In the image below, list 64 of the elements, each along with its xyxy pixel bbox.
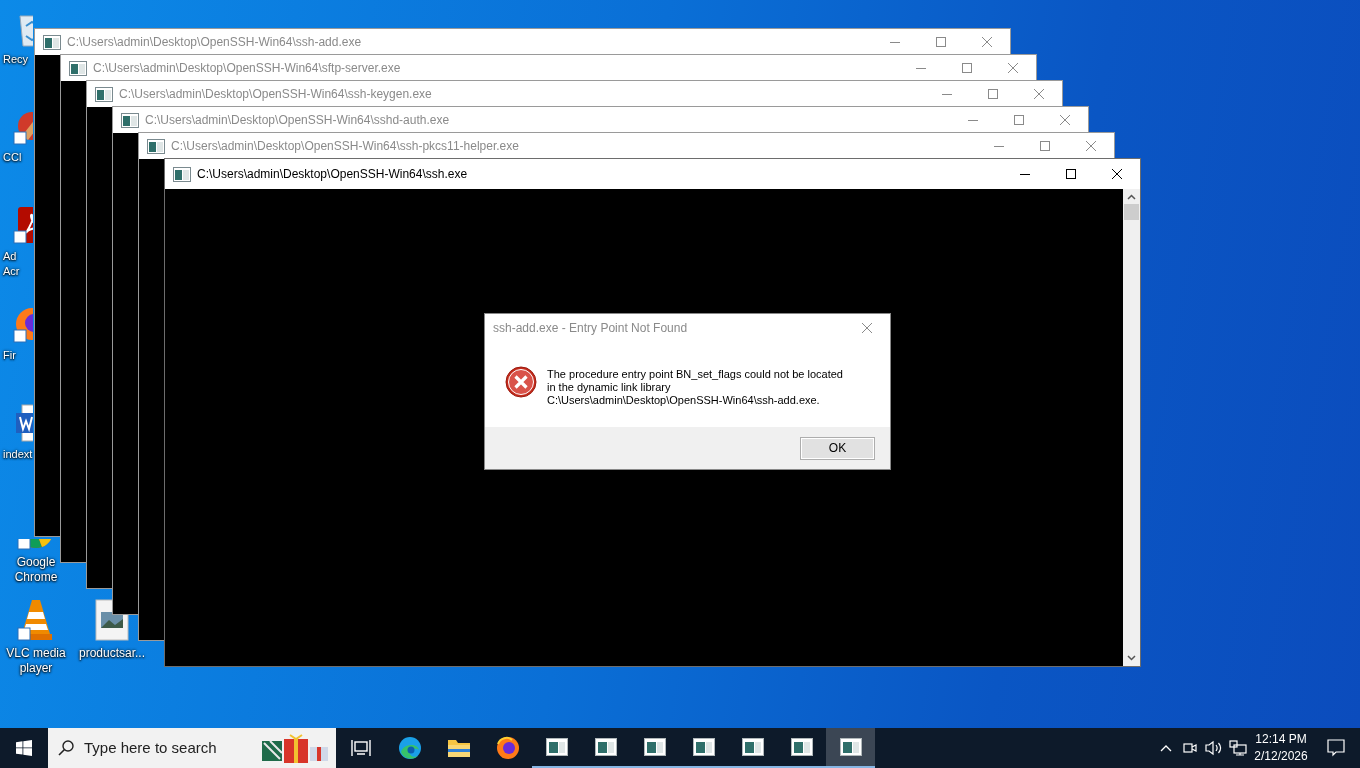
search-placeholder: Type here to search — [84, 737, 217, 758]
window-title: C:\Users\admin\Desktop\OpenSSH-Win64\sftp-server.exe — [93, 60, 401, 77]
close-icon — [1112, 169, 1122, 179]
console-icon — [545, 738, 568, 756]
window-title: C:\Users\admin\Desktop\OpenSSH-Win64\ssh-add.exe — [67, 34, 362, 51]
console-icon — [741, 738, 764, 756]
console-icon — [643, 738, 666, 756]
console-icon — [121, 112, 139, 128]
browser-icon — [397, 736, 422, 760]
windows-logo-icon — [16, 740, 32, 756]
task-view-icon — [350, 739, 371, 757]
close-icon — [1060, 115, 1070, 125]
console-icon — [173, 166, 191, 182]
ok-button[interactable]: OK — [800, 436, 875, 460]
maximize-icon — [962, 63, 972, 73]
scroll-thumb[interactable] — [1124, 204, 1139, 220]
error-icon — [505, 366, 537, 398]
icon-label: Recy — [3, 52, 29, 67]
notification-icon — [1327, 739, 1345, 757]
window-title: C:\Users\admin\Desktop\OpenSSH-Win64\ssh-pkcs11-helper.exe — [171, 138, 519, 155]
icon-label: CCl — [3, 150, 22, 165]
window-title: C:\Users\admin\Desktop\OpenSSH-Win64\ssh.exe — [197, 166, 468, 183]
icon-label: Google Chrome — [14, 555, 58, 585]
window-title: C:\Users\admin\Desktop\OpenSSH-Win64\ssh-keygen.exe — [119, 86, 432, 103]
close-icon — [982, 37, 992, 47]
search-box[interactable]: Type here to search — [48, 728, 336, 768]
close-icon — [1008, 63, 1018, 73]
console-icon — [594, 738, 617, 756]
console-icon — [69, 60, 87, 76]
console-icon — [692, 738, 715, 756]
console-icon — [95, 86, 113, 102]
error-message: The procedure entry point BN_set_flags could not be located in the dynamic link library C:\Users\admin\Desktop\OpenSSH-Win64\ssh-add.exe. — [547, 368, 843, 407]
close-icon — [1034, 89, 1044, 99]
console-icon — [147, 138, 165, 154]
console-icon — [839, 738, 862, 756]
chevron-up-icon — [1160, 744, 1172, 752]
icon-label: Ad Acr — [3, 249, 20, 279]
browser-icon — [495, 736, 520, 760]
icon-label: VLC media player — [6, 646, 66, 676]
window-title: C:\Users\admin\Desktop\OpenSSH-Win64\sshd-auth.exe — [145, 112, 450, 129]
icon-label: indext — [3, 447, 33, 462]
maximize-icon — [1014, 115, 1024, 125]
icon-label: Fir — [3, 348, 16, 363]
maximize-icon — [1066, 169, 1076, 179]
maximize-icon — [936, 37, 946, 47]
scroll-up-icon[interactable] — [1127, 194, 1136, 200]
scroll-down-icon[interactable] — [1127, 655, 1136, 661]
dialog-title: ssh-add.exe - Entry Point Not Found — [493, 320, 688, 337]
taskbar-button[interactable] — [826, 728, 875, 768]
network-button[interactable] — [1226, 740, 1250, 756]
search-icon — [58, 740, 74, 756]
console-icon — [790, 738, 813, 756]
scrollbar[interactable] — [1123, 189, 1140, 666]
icon-label: productsar... — [78, 646, 145, 661]
maximize-icon — [988, 89, 998, 99]
close-icon — [1086, 141, 1096, 151]
clock[interactable]: 12:14 PM 2/12/2026 — [1250, 731, 1312, 765]
speaker-icon — [1205, 740, 1223, 756]
folder-icon — [446, 738, 471, 758]
console-icon — [43, 34, 61, 50]
maximize-icon — [1040, 141, 1050, 151]
camera-icon — [1182, 740, 1198, 756]
close-icon — [862, 323, 872, 333]
network-icon — [1229, 740, 1247, 756]
